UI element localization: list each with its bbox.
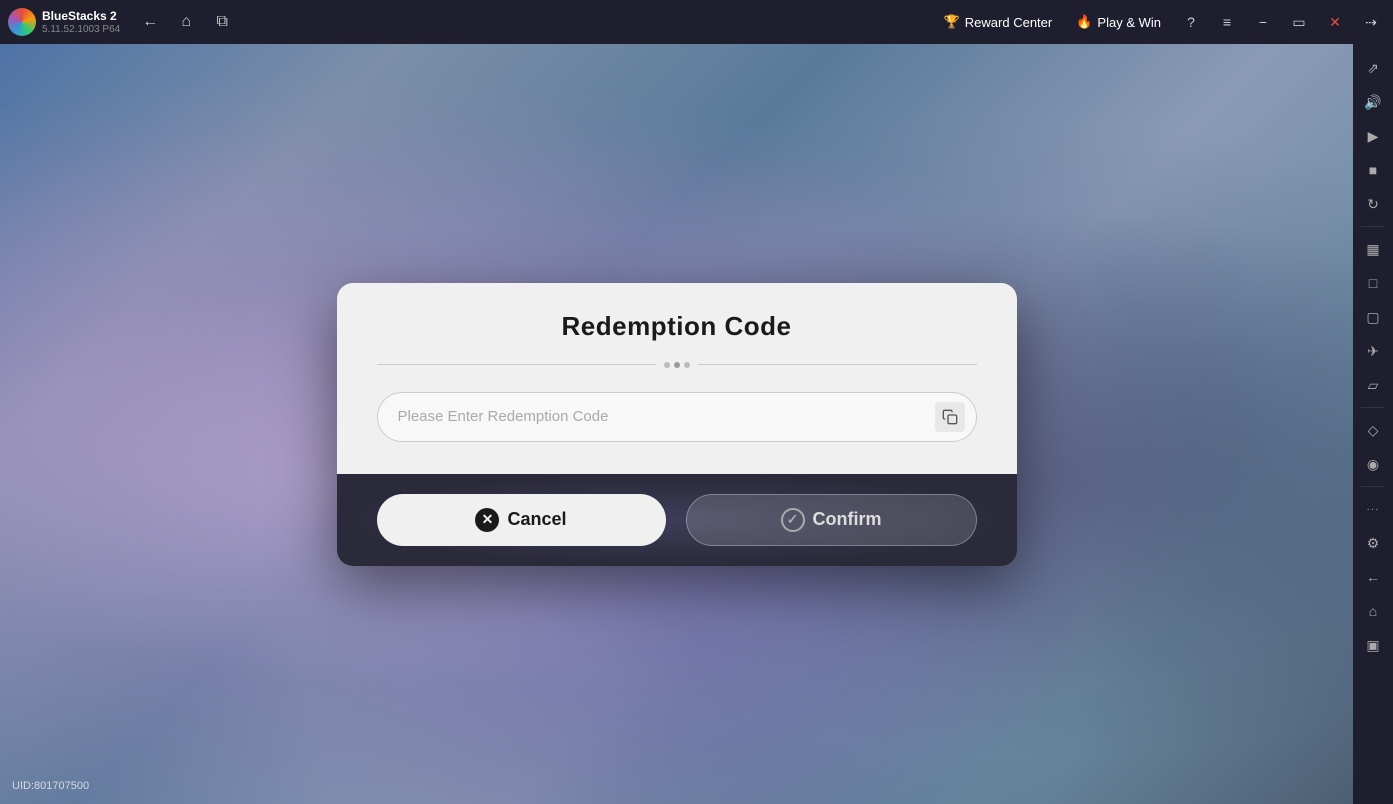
confirm-icon: ✓ [781,508,805,532]
cancel-label: Cancel [507,509,566,530]
cancel-button[interactable]: ✕ Cancel [377,494,666,546]
play-win-button[interactable]: 🔥 Play & Win [1068,10,1169,34]
restore-button[interactable]: ▭ [1285,8,1313,36]
expand-button[interactable]: ⇢ [1357,8,1385,36]
settings-icon[interactable]: ⚙ [1357,527,1389,559]
layers-icon[interactable]: ▦ [1357,233,1389,265]
minimize-button[interactable]: − [1249,8,1277,36]
divider-3 [1361,486,1385,487]
book-icon[interactable]: □ [1357,267,1389,299]
volume-icon[interactable]: 🔊 [1357,86,1389,118]
reward-center-button[interactable]: 🏆 Reward Center [936,10,1061,34]
right-sidebar: ⇗ 🔊 ▶ ■ ↻ ▦ □ ▢ ✈ ▱ ◇ ◉ ··· ⚙ ← ⌂ ▣ [1353,44,1393,804]
topbar: BlueStacks 2 5.11.52.1003 P64 ← ⌂ ⧉ 🏆 Re… [0,0,1393,44]
cancel-icon: ✕ [475,508,499,532]
redemption-code-input[interactable] [377,392,977,442]
video-icon[interactable]: ▶ [1357,120,1389,152]
confirm-button[interactable]: ✓ Confirm [686,494,977,546]
app-info: BlueStacks 2 5.11.52.1003 P64 [42,9,120,34]
bluestacks-logo [8,8,36,36]
modal-top: Redemption Code [337,283,1017,474]
app-name: BlueStacks 2 [42,9,120,23]
divider-1 [1361,226,1385,227]
folder-icon[interactable]: ▢ [1357,301,1389,333]
more-icon[interactable]: ··· [1357,493,1389,525]
back2-icon[interactable]: ← [1357,561,1389,593]
menu-button[interactable]: ≡ [1213,8,1241,36]
screenshot-icon[interactable]: ■ [1357,154,1389,186]
bottom2-icon[interactable]: ▣ [1357,629,1389,661]
gamepad-icon[interactable]: ✈ [1357,335,1389,367]
tag-icon[interactable]: ◇ [1357,414,1389,446]
reward-center-label: Reward Center [965,15,1052,30]
app-version: 5.11.52.1003 P64 [42,24,120,35]
play-win-label: Play & Win [1097,15,1161,30]
divider-dots [656,362,698,368]
nav-buttons: ← ⌂ ⧉ [136,8,236,36]
playnwin-icon: 🔥 [1076,14,1092,30]
back-button[interactable]: ← [136,8,164,36]
dot-1 [664,362,670,368]
rotate-icon[interactable]: ↻ [1357,188,1389,220]
controller-icon[interactable]: ▱ [1357,369,1389,401]
divider-left [377,364,656,365]
divider-2 [1361,407,1385,408]
home-button[interactable]: ⌂ [172,8,200,36]
redemption-modal: Redemption Code [337,283,1017,566]
paste-icon[interactable] [935,402,965,432]
close-button[interactable]: ✕ [1321,8,1349,36]
help-button[interactable]: ? [1177,8,1205,36]
fullscreen-icon[interactable]: ⇗ [1357,52,1389,84]
modal-bottom: ✕ Cancel ✓ Confirm [337,474,1017,566]
uid-label: UID:801707500 [12,780,89,792]
modal-divider [377,362,977,368]
dot-2 [674,362,680,368]
topbar-right: 🏆 Reward Center 🔥 Play & Win ? ≡ − ▭ ✕ ⇢ [936,8,1385,36]
reward-icon: 🏆 [944,14,960,30]
input-wrapper [377,392,977,442]
modal-overlay: Redemption Code [0,44,1353,804]
dot-3 [684,362,690,368]
confirm-label: Confirm [813,509,882,530]
modal-title: Redemption Code [377,311,977,342]
pin-icon[interactable]: ◉ [1357,448,1389,480]
home2-icon[interactable]: ⌂ [1357,595,1389,627]
divider-right [698,364,977,365]
copy-button[interactable]: ⧉ [208,8,236,36]
